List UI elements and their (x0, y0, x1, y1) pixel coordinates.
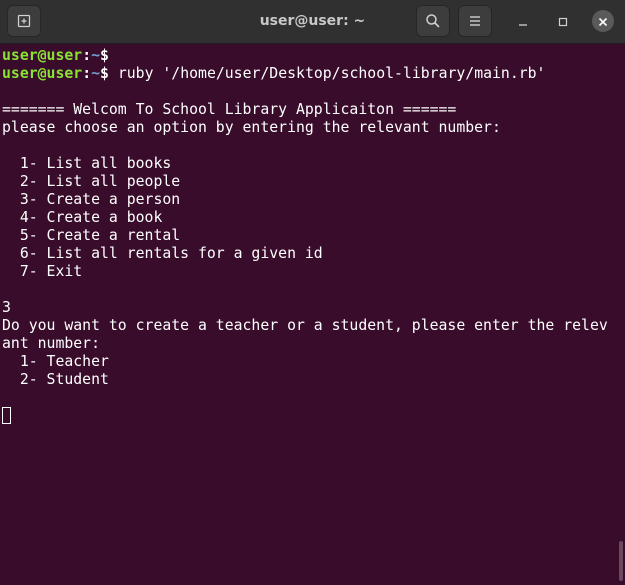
prompt-separator: : (82, 47, 92, 64)
maximize-button[interactable] (552, 10, 574, 32)
menu-option: 2- Student (2, 371, 109, 388)
maximize-icon (558, 12, 568, 31)
menu-option: 1- Teacher (2, 353, 109, 370)
terminal-window: user@user: ~ user@user:~$ user@user:~$ r… (0, 0, 625, 585)
menu-button[interactable] (458, 5, 492, 37)
prompt-line: user@user:~$ ruby '/home/user/Desktop/sc… (2, 65, 625, 83)
close-button[interactable] (592, 10, 614, 32)
minimize-icon (518, 12, 528, 31)
output-line: please choose an option by entering the … (2, 119, 501, 136)
menu-option: 1- List all books (2, 155, 172, 172)
prompt-user: user@user (2, 47, 83, 64)
prompt-path: ~ (91, 65, 101, 82)
app-banner: ======= Welcom To School Library Applica… (2, 101, 457, 118)
menu-option: 7- Exit (2, 263, 83, 280)
title-bar: user@user: ~ (0, 0, 625, 44)
user-input-line: 3 (2, 299, 11, 316)
menu-option: 6- List all rentals for a given id (2, 245, 323, 262)
hamburger-menu-icon (468, 15, 482, 27)
prompt-symbol: $ (100, 65, 109, 82)
minimize-button[interactable] (512, 10, 534, 32)
prompt-separator: : (82, 65, 92, 82)
search-icon (425, 13, 441, 29)
output-line: ant number: (2, 335, 100, 352)
prompt-user: user@user (2, 65, 83, 82)
prompt-line: user@user:~$ (2, 47, 625, 65)
menu-option: 4- Create a book (2, 209, 163, 226)
prompt-symbol: $ (100, 47, 109, 64)
scrollbar[interactable] (619, 541, 623, 581)
cursor-line (2, 407, 625, 425)
new-tab-button[interactable] (7, 5, 41, 37)
output-line: Do you want to create a teacher or a stu… (2, 317, 608, 334)
close-icon (598, 12, 608, 31)
menu-option: 3- Create a person (2, 191, 181, 208)
terminal-output-area[interactable]: user@user:~$ user@user:~$ ruby '/home/us… (0, 44, 625, 585)
search-button[interactable] (416, 5, 450, 37)
menu-option: 5- Create a rental (2, 227, 181, 244)
menu-option: 2- List all people (2, 173, 181, 190)
new-tab-icon (17, 14, 31, 28)
prompt-path: ~ (91, 47, 101, 64)
command-text: ruby '/home/user/Desktop/school-library/… (108, 65, 546, 82)
text-cursor (2, 407, 11, 424)
